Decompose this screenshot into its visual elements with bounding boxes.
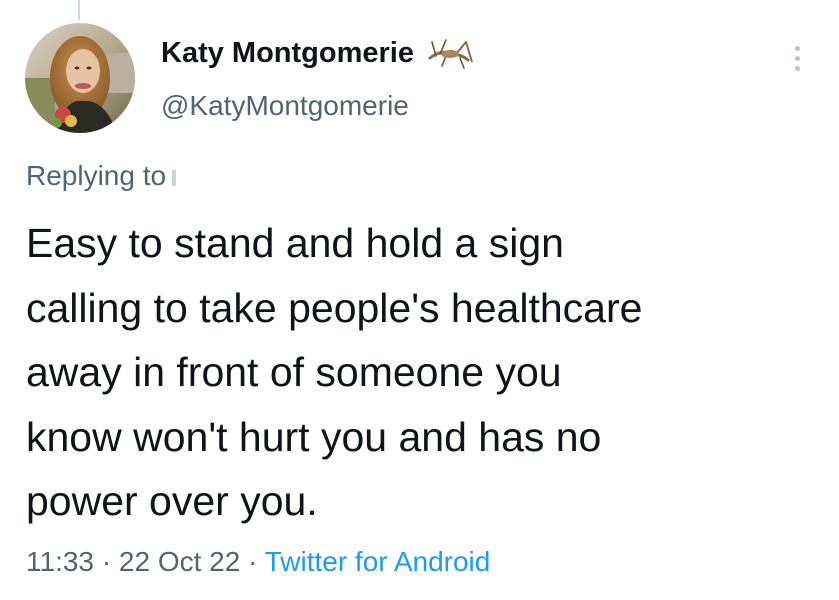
tweet-metadata: 11:33 · 22 Oct 22 · Twitter for Android [26,546,490,578]
author-name-row[interactable]: Katy Montgomerie [161,36,476,70]
vertical-ellipsis-icon [794,45,800,51]
meta-separator: · [94,546,119,577]
more-options-button[interactable] [782,40,812,76]
tweet-text: Easy to stand and hold a sign calling to… [26,220,643,524]
tweet-date[interactable]: 22 Oct 22 [119,546,240,577]
profile-photo [25,23,135,133]
meta-separator: · [240,546,265,577]
reply-target-link[interactable] [172,169,177,186]
thread-connector-line [78,0,80,20]
display-name[interactable]: Katy Montgomerie [161,37,414,70]
replying-to-line: Replying to [26,160,177,192]
author-handle[interactable]: @KatyMontgomerie [161,90,409,122]
tweet-time[interactable]: 11:33 [26,546,94,577]
avatar[interactable] [25,23,135,133]
replying-to-label: Replying to [26,160,167,191]
tweet-source-link[interactable]: Twitter for Android [265,546,491,577]
cricket-emoji-icon [426,36,476,70]
